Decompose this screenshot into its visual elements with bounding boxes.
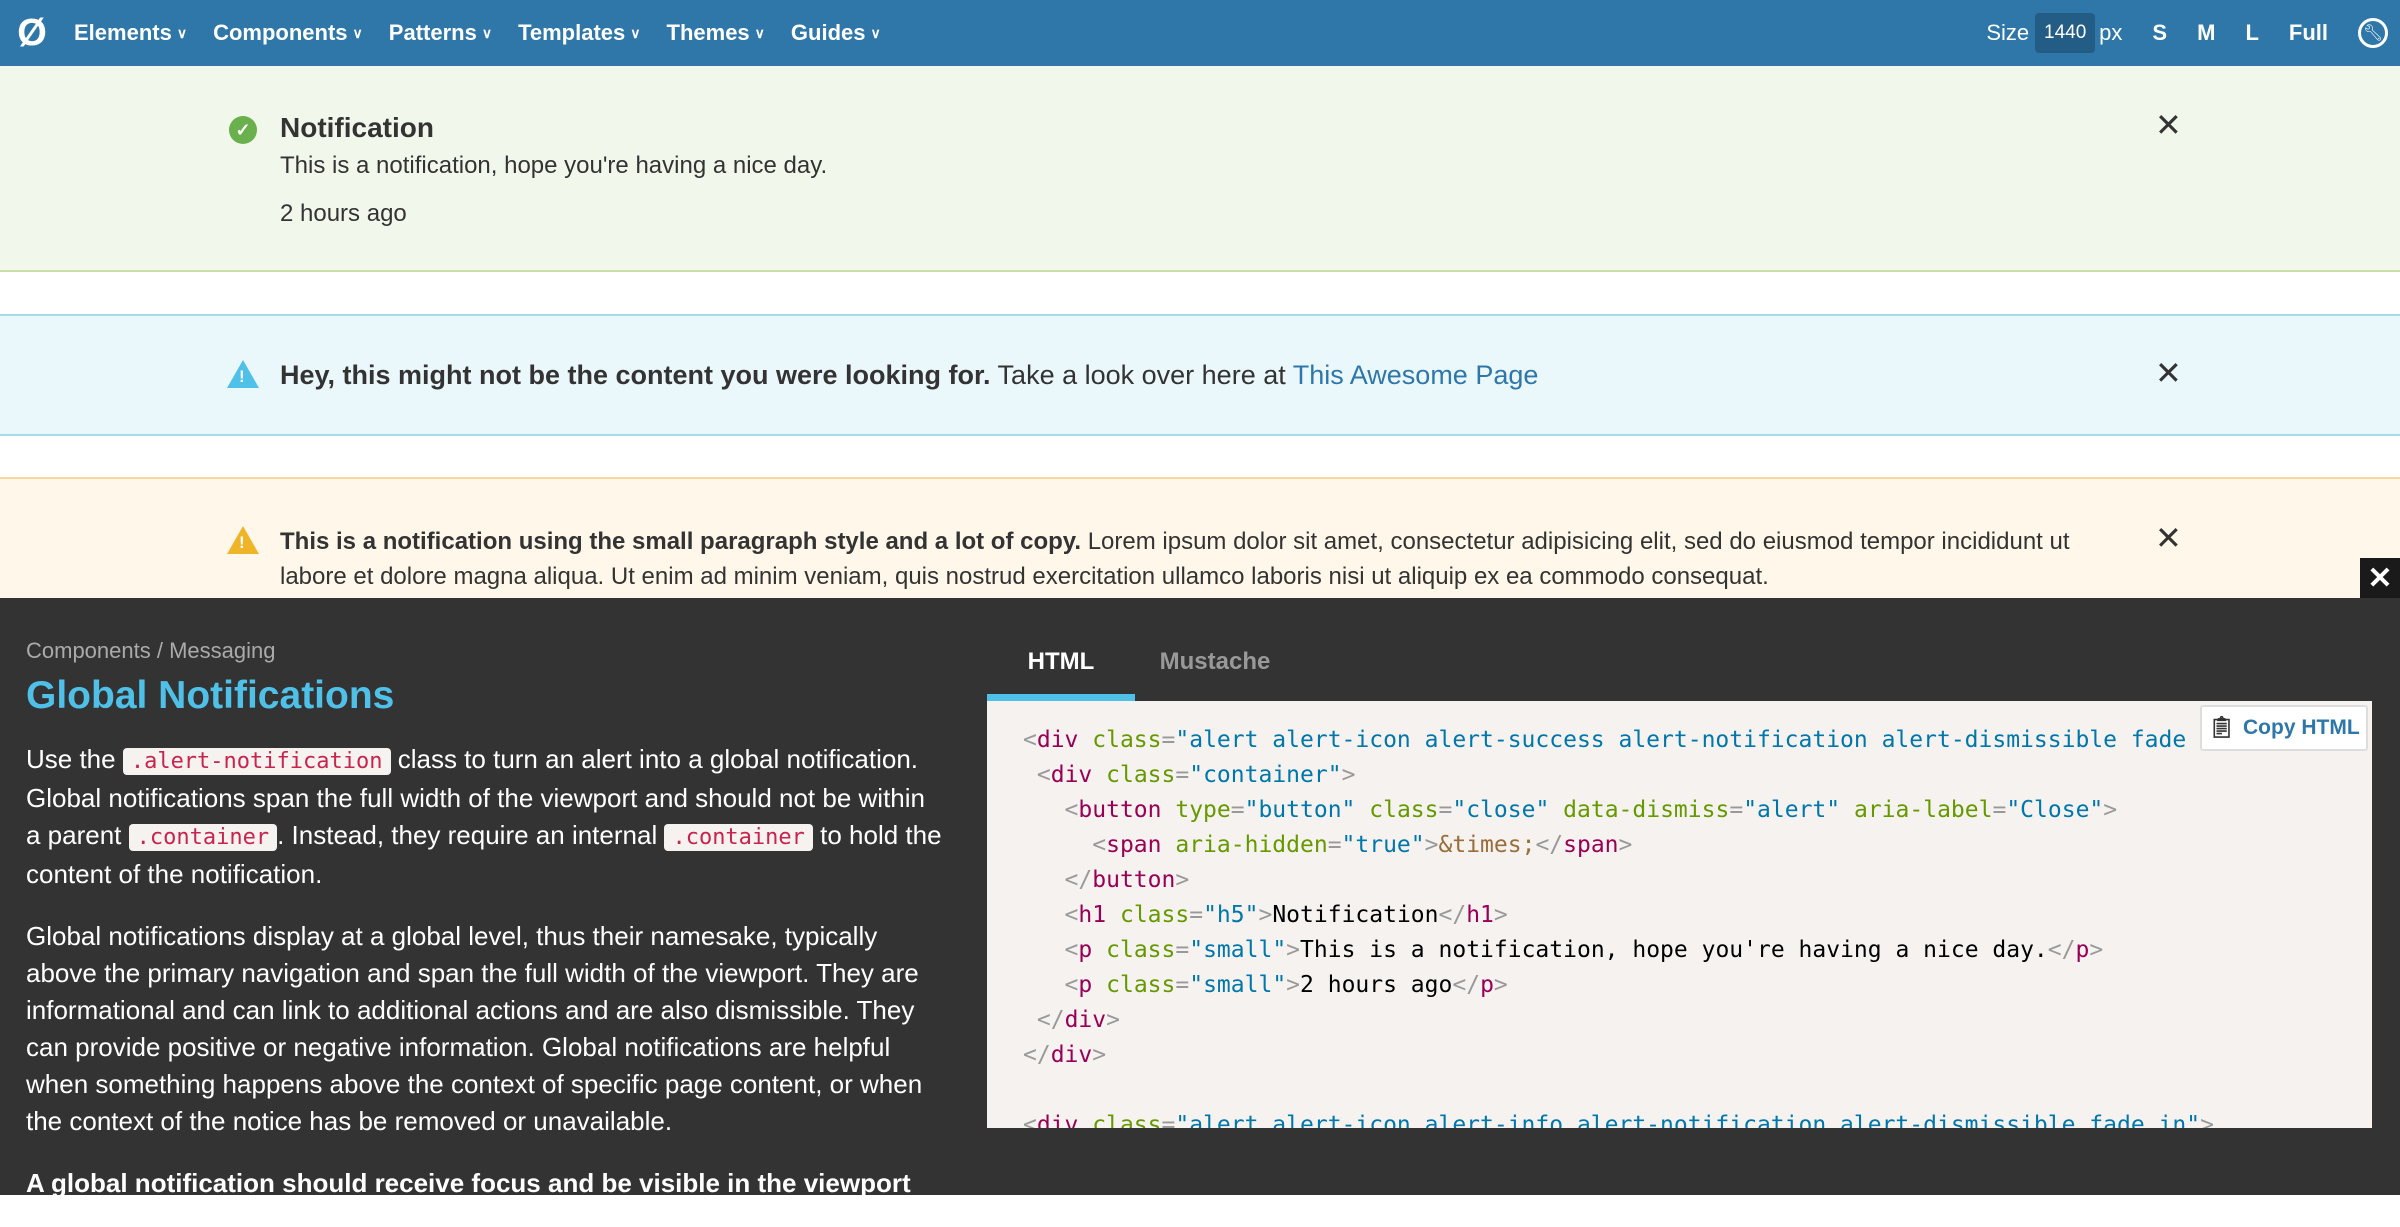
logo-icon[interactable]: Ø <box>10 11 54 55</box>
size-s-button[interactable]: S <box>2152 20 2167 46</box>
chevron-down-icon: ∨ <box>481 24 493 41</box>
menu-guides[interactable]: Guides ∨ <box>791 20 881 46</box>
viewport-controls: Size 1440 px S M L Full 🔧︎ <box>1986 13 2400 53</box>
notification-text: This is a notification, hope you're havi… <box>280 152 828 179</box>
wrench-icon[interactable]: 🔧︎ <box>2358 18 2388 48</box>
copy-label: Copy HTML <box>2243 716 2360 739</box>
size-full-button[interactable]: Full <box>2289 20 2328 46</box>
check-circle-icon: ✓ <box>229 116 257 144</box>
info-message: Hey, this might not be the content you w… <box>280 360 1538 391</box>
clipboard-icon: 📋︎ <box>2208 716 2235 739</box>
code-container: .container <box>128 824 278 851</box>
description-p1: Use the .alert-notification class to tur… <box>26 741 946 893</box>
text: . Instead, they require an internal <box>277 820 665 850</box>
description: Use the .alert-notification class to tur… <box>26 741 946 1227</box>
menu-label: Templates <box>518 20 626 45</box>
warning-message: This is a notification using the small p… <box>280 524 2110 594</box>
menu-components[interactable]: Components ∨ <box>213 20 363 46</box>
text: Use the <box>26 744 123 774</box>
top-nav: Ø Elements ∨ Components ∨ Patterns ∨ Templa… <box>0 0 2400 66</box>
chevron-down-icon: ∨ <box>754 24 765 41</box>
warning-triangle-icon: ! <box>227 526 259 554</box>
notification-title: Notification <box>280 112 434 143</box>
close-icon[interactable]: ✕ <box>2155 354 2182 392</box>
size-l-button[interactable]: L <box>2245 20 2258 46</box>
tab-mustache[interactable]: Mustache <box>1125 638 1305 701</box>
chevron-down-icon: ∨ <box>352 24 363 41</box>
main-menu: Elements ∨ Components ∨ Patterns ∨ Template… <box>74 20 907 46</box>
code-content: <div class="alert alert-icon alert-succe… <box>1023 727 2255 1128</box>
menu-elements[interactable]: Elements ∨ <box>74 20 187 46</box>
tab-html[interactable]: HTML <box>987 638 1135 701</box>
warning-triangle-icon: ! <box>227 360 259 388</box>
size-m-button[interactable]: M <box>2197 20 2215 46</box>
menu-label: Elements <box>74 20 172 45</box>
notification-time: 2 hours ago <box>280 200 407 227</box>
close-icon[interactable]: ✕ <box>2155 106 2182 144</box>
success-notification: ✓ Notification This is a notification, h… <box>0 66 2400 272</box>
menu-templates[interactable]: Templates ∨ <box>518 20 640 46</box>
menu-label: Components <box>213 20 348 45</box>
code-container: .container <box>664 824 813 851</box>
chevron-down-icon: ∨ <box>870 24 881 41</box>
info-bold: Hey, this might not be the content you w… <box>280 360 991 390</box>
info-notification: ! Hey, this might not be the content you… <box>0 314 2400 436</box>
menu-themes[interactable]: Themes ∨ <box>667 20 765 46</box>
chevron-down-icon: ∨ <box>630 24 641 41</box>
info-panel: Components / Messaging Global Notificati… <box>0 598 2400 1198</box>
warning-bold: This is a notification using the small p… <box>280 528 1082 555</box>
panel-close-icon[interactable]: ✕ <box>2360 558 2400 598</box>
breadcrumb: Components / Messaging <box>26 638 276 663</box>
size-unit: px <box>2099 20 2123 45</box>
description-p3: A global notification should receive foc… <box>26 1168 911 1198</box>
menu-patterns[interactable]: Patterns ∨ <box>389 20 492 46</box>
warning-notification: ! This is a notification using the small… <box>0 477 2400 598</box>
awesome-page-link[interactable]: This Awesome Page <box>1293 360 1539 390</box>
size-input[interactable]: 1440 <box>2035 13 2096 53</box>
info-text: Take a look over here at <box>990 360 1293 390</box>
menu-label: Patterns <box>388 20 477 45</box>
code-tabs: HTML Mustache <box>987 638 1305 701</box>
copy-html-button[interactable]: 📋︎ Copy HTML <box>2200 705 2368 751</box>
menu-label: Guides <box>790 20 866 45</box>
menu-label: Themes <box>666 20 750 45</box>
description-p2: Global notifications display at a global… <box>26 921 923 1136</box>
chevron-down-icon: ∨ <box>176 24 188 41</box>
close-icon[interactable]: ✕ <box>2155 519 2182 557</box>
code-alert-notification: .alert-notification <box>122 748 391 775</box>
page-title: Global Notifications <box>26 674 395 717</box>
size-label: Size <box>1986 20 2030 45</box>
code-block[interactable]: <div class="alert alert-icon alert-succe… <box>987 701 2372 1128</box>
